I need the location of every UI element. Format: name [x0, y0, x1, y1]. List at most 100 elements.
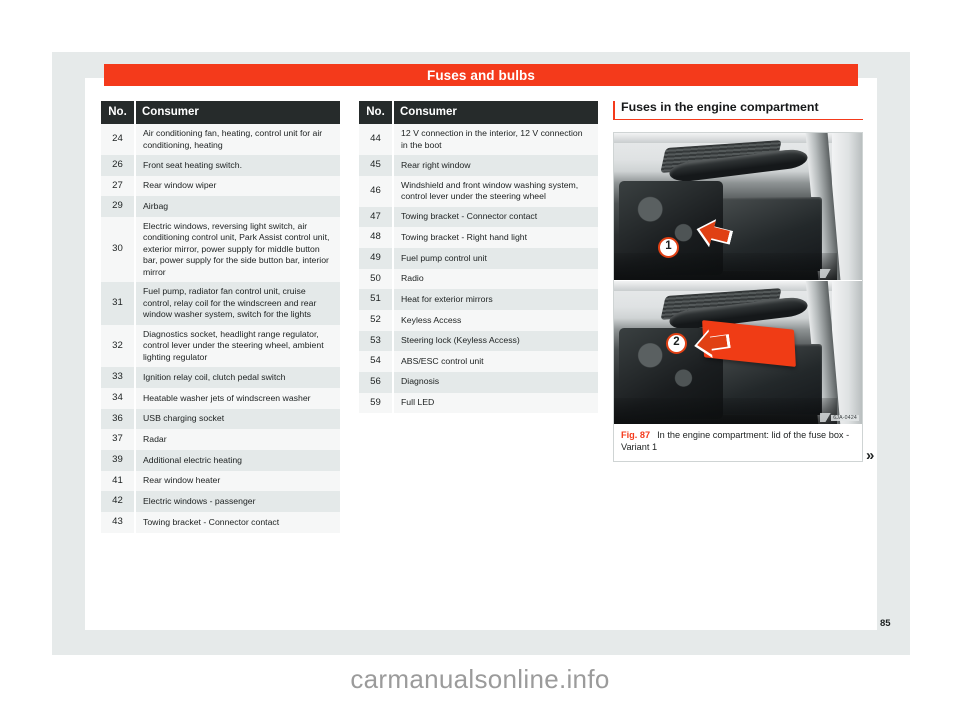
table-row: 45 Rear right window [359, 155, 598, 176]
page-title: Fuses and bulbs [426, 67, 536, 83]
fuse-consumer-cell: USB charging socket [136, 408, 340, 430]
fuse-number-cell: 39 [101, 449, 136, 471]
fuse-number-cell: 36 [101, 408, 136, 430]
fuse-number-cell: 43 [101, 511, 136, 533]
table-row: 24 Air conditioning fan, heating, control… [101, 124, 340, 156]
figure-label: Fig. 87 [621, 429, 651, 440]
site-watermark: carmanualsonline.info [350, 664, 610, 694]
fuse-consumer-cell: Fuel pump control unit [394, 247, 598, 269]
table-row: 53 Steering lock (Keyless Access) [359, 330, 598, 352]
fuse-number-cell: 30 [101, 217, 136, 283]
figure-87: 1 2 6JA-0424 Fig. 87 In the engine compa… [613, 131, 863, 463]
table-row: 51 Heat for exterior mirrors [359, 289, 598, 310]
fuse-number-cell: 47 [359, 206, 394, 228]
table-row: 27 Rear window wiper [101, 175, 340, 197]
fuse-consumer-cell: Rear window heater [136, 470, 340, 492]
fuse-consumer-cell: Ignition relay coil, clutch pedal switch [136, 367, 340, 388]
fuse-number-cell: 41 [101, 470, 136, 492]
fuse-number-cell: 27 [101, 175, 136, 197]
fuse-number-cell: 32 [101, 324, 136, 368]
table-row: 31 Fuel pump, radiator fan control unit, … [101, 282, 340, 325]
table-row: 37 Radar [101, 429, 340, 450]
table-row: 59 Full LED [359, 392, 598, 414]
photo-fuse-box-closed: 1 [614, 132, 862, 281]
fuse-consumer-cell: Electric windows - passenger [136, 491, 340, 512]
page-number: 85 [880, 618, 891, 629]
fuse-consumer-cell: Additional electric heating [136, 449, 340, 471]
table-header-row: No. Consumer [359, 101, 598, 125]
section-heading: Fuses in the engine compartment [613, 100, 863, 120]
fuse-number-cell: 44 [359, 124, 394, 156]
fuse-number-cell: 48 [359, 227, 394, 248]
fuse-number-cell: 37 [101, 429, 136, 450]
callout-badge-1: 1 [658, 236, 679, 258]
page-title-banner: Fuses and bulbs [104, 64, 858, 86]
fuse-consumer-cell: Radar [136, 429, 340, 450]
fuse-table-left-body: 24 Air conditioning fan, heating, control… [101, 124, 340, 533]
continuation-chevron-icon: » [866, 447, 875, 464]
table-row: 54 ABS/ESC control unit [359, 351, 598, 372]
fuse-number-cell: 46 [359, 175, 394, 207]
fuse-consumer-cell: Fuel pump, radiator fan control unit, cr… [136, 282, 340, 325]
fuse-consumer-cell: Airbag [136, 196, 340, 217]
fuse-number-cell: 54 [359, 351, 394, 372]
callout-badge-2: 2 [666, 332, 687, 354]
table-row: 56 Diagnosis [359, 371, 598, 393]
fuse-consumer-cell: Electric windows, reversing light switch… [136, 217, 340, 283]
table-row: 44 12 V connection in the interior, 12 V … [359, 124, 598, 156]
table-row: 48 Towing bracket - Right hand light [359, 227, 598, 248]
table-row: 49 Fuel pump control unit [359, 247, 598, 269]
column-header-no: No. [101, 101, 136, 125]
fuse-consumer-cell: 12 V connection in the interior, 12 V co… [394, 124, 598, 156]
fuse-consumer-cell: Heatable washer jets of windscreen washe… [136, 387, 340, 409]
photo-reference-code: 6JA-0424 [831, 414, 859, 421]
column-header-consumer: Consumer [136, 101, 340, 125]
fuse-number-cell: 45 [359, 155, 394, 176]
fuse-consumer-cell: Keyless Access [394, 309, 598, 331]
fuse-consumer-cell: Towing bracket - Connector contact [394, 206, 598, 228]
table-row: 32 Diagnostics socket, headlight range re… [101, 324, 340, 368]
fuse-table-right-column: No. Consumer 44 12 V connection in the in… [359, 101, 598, 414]
fuse-number-cell: 49 [359, 247, 394, 269]
fuse-consumer-cell: Radio [394, 268, 598, 290]
page-root: Fuses and bulbs No. Consumer 24 Air condi… [0, 0, 960, 708]
fuse-consumer-cell: Rear right window [394, 155, 598, 176]
engine-compartment-section: Fuses in the engine compartment 1 2 6JA-… [613, 100, 863, 463]
table-row: 29 Airbag [101, 196, 340, 217]
fuse-number-cell: 53 [359, 330, 394, 352]
table-row: 41 Rear window heater [101, 470, 340, 492]
table-row: 34 Heatable washer jets of windscreen was… [101, 387, 340, 409]
fuse-consumer-cell: Steering lock (Keyless Access) [394, 330, 598, 352]
fuse-number-cell: 51 [359, 289, 394, 310]
photo-wedge-decoration [820, 268, 836, 278]
engine-bay-illustration [614, 132, 862, 280]
fuse-number-cell: 24 [101, 124, 136, 156]
fuse-number-cell: 56 [359, 371, 394, 393]
fuse-number-cell: 34 [101, 387, 136, 409]
table-row: 26 Front seat heating switch. [101, 155, 340, 176]
table-row: 33 Ignition relay coil, clutch pedal swit… [101, 367, 340, 388]
fuse-number-cell: 59 [359, 392, 394, 414]
fuse-consumer-cell: Front seat heating switch. [136, 155, 340, 176]
fuse-consumer-cell: Diagnosis [394, 371, 598, 393]
fuse-number-cell: 33 [101, 367, 136, 388]
fuse-number-cell: 50 [359, 268, 394, 290]
photo-fuse-box-lid-open: 2 6JA-0424 [614, 280, 862, 424]
table-row: 39 Additional electric heating [101, 449, 340, 471]
fuse-consumer-cell: Air conditioning fan, heating, control u… [136, 124, 340, 156]
fuse-consumer-cell: Diagnostics socket, headlight range regu… [136, 324, 340, 368]
fuse-table-left: No. Consumer 24 Air conditioning fan, hea… [101, 101, 340, 533]
figure-caption: Fig. 87 In the engine compartment: lid of… [614, 423, 862, 462]
column-header-no: No. [359, 101, 394, 125]
fuse-consumer-cell: Towing bracket - Right hand light [394, 227, 598, 248]
table-row: 52 Keyless Access [359, 309, 598, 331]
engine-bay-illustration [614, 280, 862, 424]
fuse-number-cell: 42 [101, 491, 136, 512]
callout-badge-1-label: 1 [665, 240, 672, 253]
fuse-consumer-cell: ABS/ESC control unit [394, 351, 598, 372]
fuse-number-cell: 26 [101, 155, 136, 176]
fuse-consumer-cell: Full LED [394, 392, 598, 414]
fuse-number-cell: 52 [359, 309, 394, 331]
table-row: 50 Radio [359, 268, 598, 290]
figure-caption-text: In the engine compartment: lid of the fu… [621, 429, 850, 453]
